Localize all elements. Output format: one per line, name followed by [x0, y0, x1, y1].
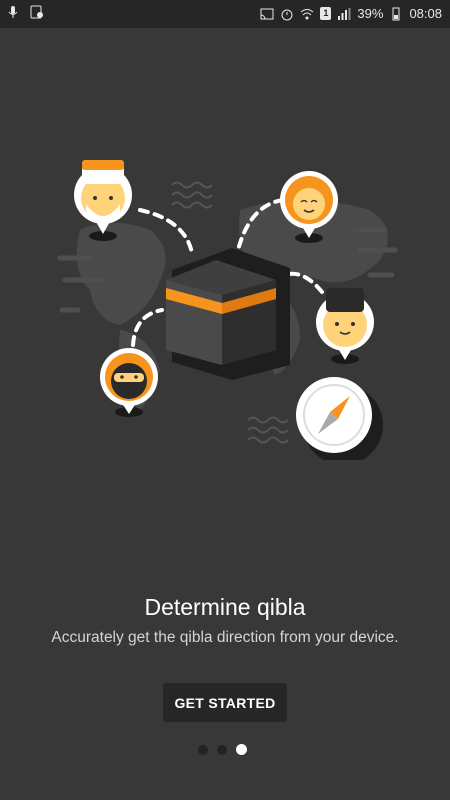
onboarding-title: Determine qibla	[144, 594, 306, 620]
battery-icon	[389, 7, 403, 21]
clock: 08:08	[409, 6, 442, 21]
page-dot-1[interactable]	[198, 745, 208, 755]
mic-icon	[6, 5, 20, 19]
person-pin-right	[316, 288, 374, 364]
cast-icon	[260, 7, 274, 21]
wifi-icon	[300, 7, 314, 21]
get-started-button[interactable]: GET STARTED	[163, 683, 287, 722]
battery-percent: 39%	[357, 6, 384, 21]
compass-icon	[296, 377, 383, 460]
qibla-illustration	[57, 160, 398, 460]
status-bar: 1 39% 08:08	[0, 0, 450, 28]
page-dot-2[interactable]	[217, 745, 227, 755]
sim-badge: 1	[320, 7, 332, 20]
person-pin-left	[100, 348, 158, 417]
alarm-icon	[280, 7, 294, 21]
page-dot-3-active[interactable]	[236, 744, 247, 755]
kaaba-icon	[166, 248, 290, 380]
signal-icon	[337, 7, 351, 21]
page-indicator	[198, 744, 247, 755]
onboarding-subtitle: Accurately get the qibla direction from …	[51, 629, 399, 646]
screen-record-icon	[30, 5, 44, 19]
